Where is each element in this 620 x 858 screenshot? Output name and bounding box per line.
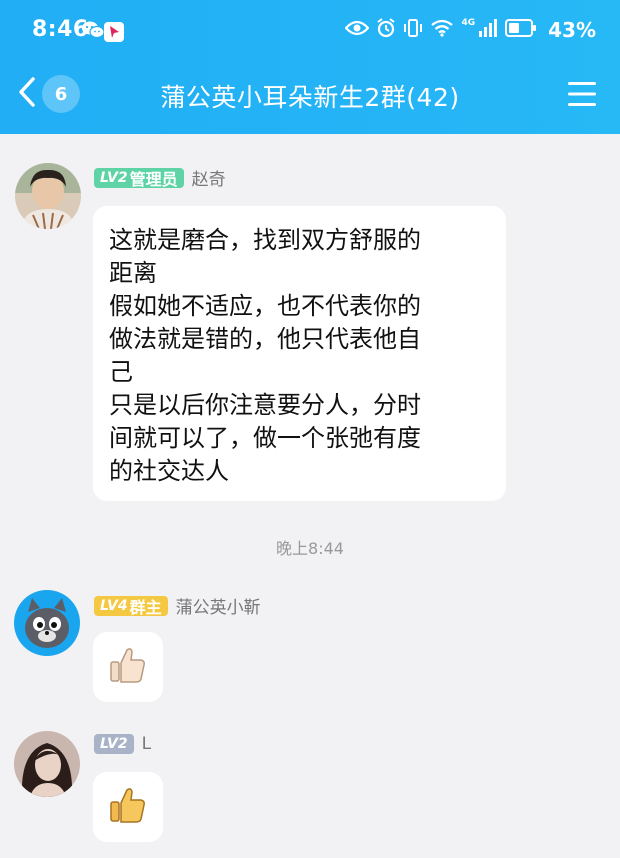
sender-info: LV2 L <box>94 734 151 754</box>
level-badge: LV4 群主 <box>94 595 168 617</box>
thumbs-up-icon <box>109 645 147 689</box>
level-label: LV2 <box>100 169 128 186</box>
unread-count-badge: 6 <box>42 75 80 113</box>
message-text: 这就是磨合，找到双方舒服的 距离 假如她不适应，也不代表你的 做法就是错的，他只… <box>109 226 421 485</box>
network-type: 4G <box>461 18 476 28</box>
header: 8:46 4G 43% 6 蒲公英小耳朵新生2群(42) <box>0 0 620 134</box>
sender-name[interactable]: 蒲公英小靳 <box>176 593 261 618</box>
alarm-icon <box>376 18 396 42</box>
nav-bar: 6 蒲公英小耳朵新生2群(42) <box>0 62 620 134</box>
message-bubble[interactable]: 这就是磨合，找到双方舒服的 距离 假如她不适应，也不代表你的 做法就是错的，他只… <box>93 206 506 501</box>
level-badge: LV2 <box>94 734 134 754</box>
avatar[interactable] <box>14 590 80 656</box>
status-bar: 8:46 4G 43% <box>0 0 620 62</box>
role-label: 管理员 <box>129 169 178 189</box>
vibrate-icon <box>403 18 423 42</box>
status-icons: 4G 43% <box>344 18 596 42</box>
level-label: LV2 <box>100 736 128 752</box>
battery-icon <box>505 19 537 41</box>
message-bubble[interactable] <box>93 772 163 842</box>
level-label: LV4 <box>100 597 128 614</box>
sender-info: LV2 管理员 赵奇 <box>94 165 226 190</box>
avatar[interactable] <box>14 731 80 797</box>
battery-percent: 43% <box>548 18 596 42</box>
level-badge: LV2 管理员 <box>94 167 184 189</box>
avatar[interactable] <box>15 163 81 229</box>
sender-info: LV4 群主 蒲公英小靳 <box>94 593 261 618</box>
sender-name[interactable]: L <box>142 734 151 754</box>
hamburger-menu-icon <box>568 82 596 111</box>
wechat-icon <box>82 21 105 43</box>
timestamp-divider: 晚上8:44 <box>276 539 344 558</box>
app-notification-icon <box>104 22 124 42</box>
eye-icon <box>344 20 370 40</box>
chat-title: 蒲公英小耳朵新生2群(42) <box>160 83 460 112</box>
sender-name[interactable]: 赵奇 <box>192 165 226 190</box>
wifi-icon <box>430 19 454 41</box>
message-bubble[interactable] <box>93 632 163 702</box>
signal-icon <box>478 19 498 41</box>
menu-button[interactable] <box>568 81 596 111</box>
role-label: 群主 <box>129 597 162 617</box>
chevron-left-icon <box>18 77 36 111</box>
back-button[interactable]: 6 <box>18 72 80 116</box>
thumbs-up-icon <box>109 785 147 829</box>
status-time: 8:46 <box>32 17 89 42</box>
